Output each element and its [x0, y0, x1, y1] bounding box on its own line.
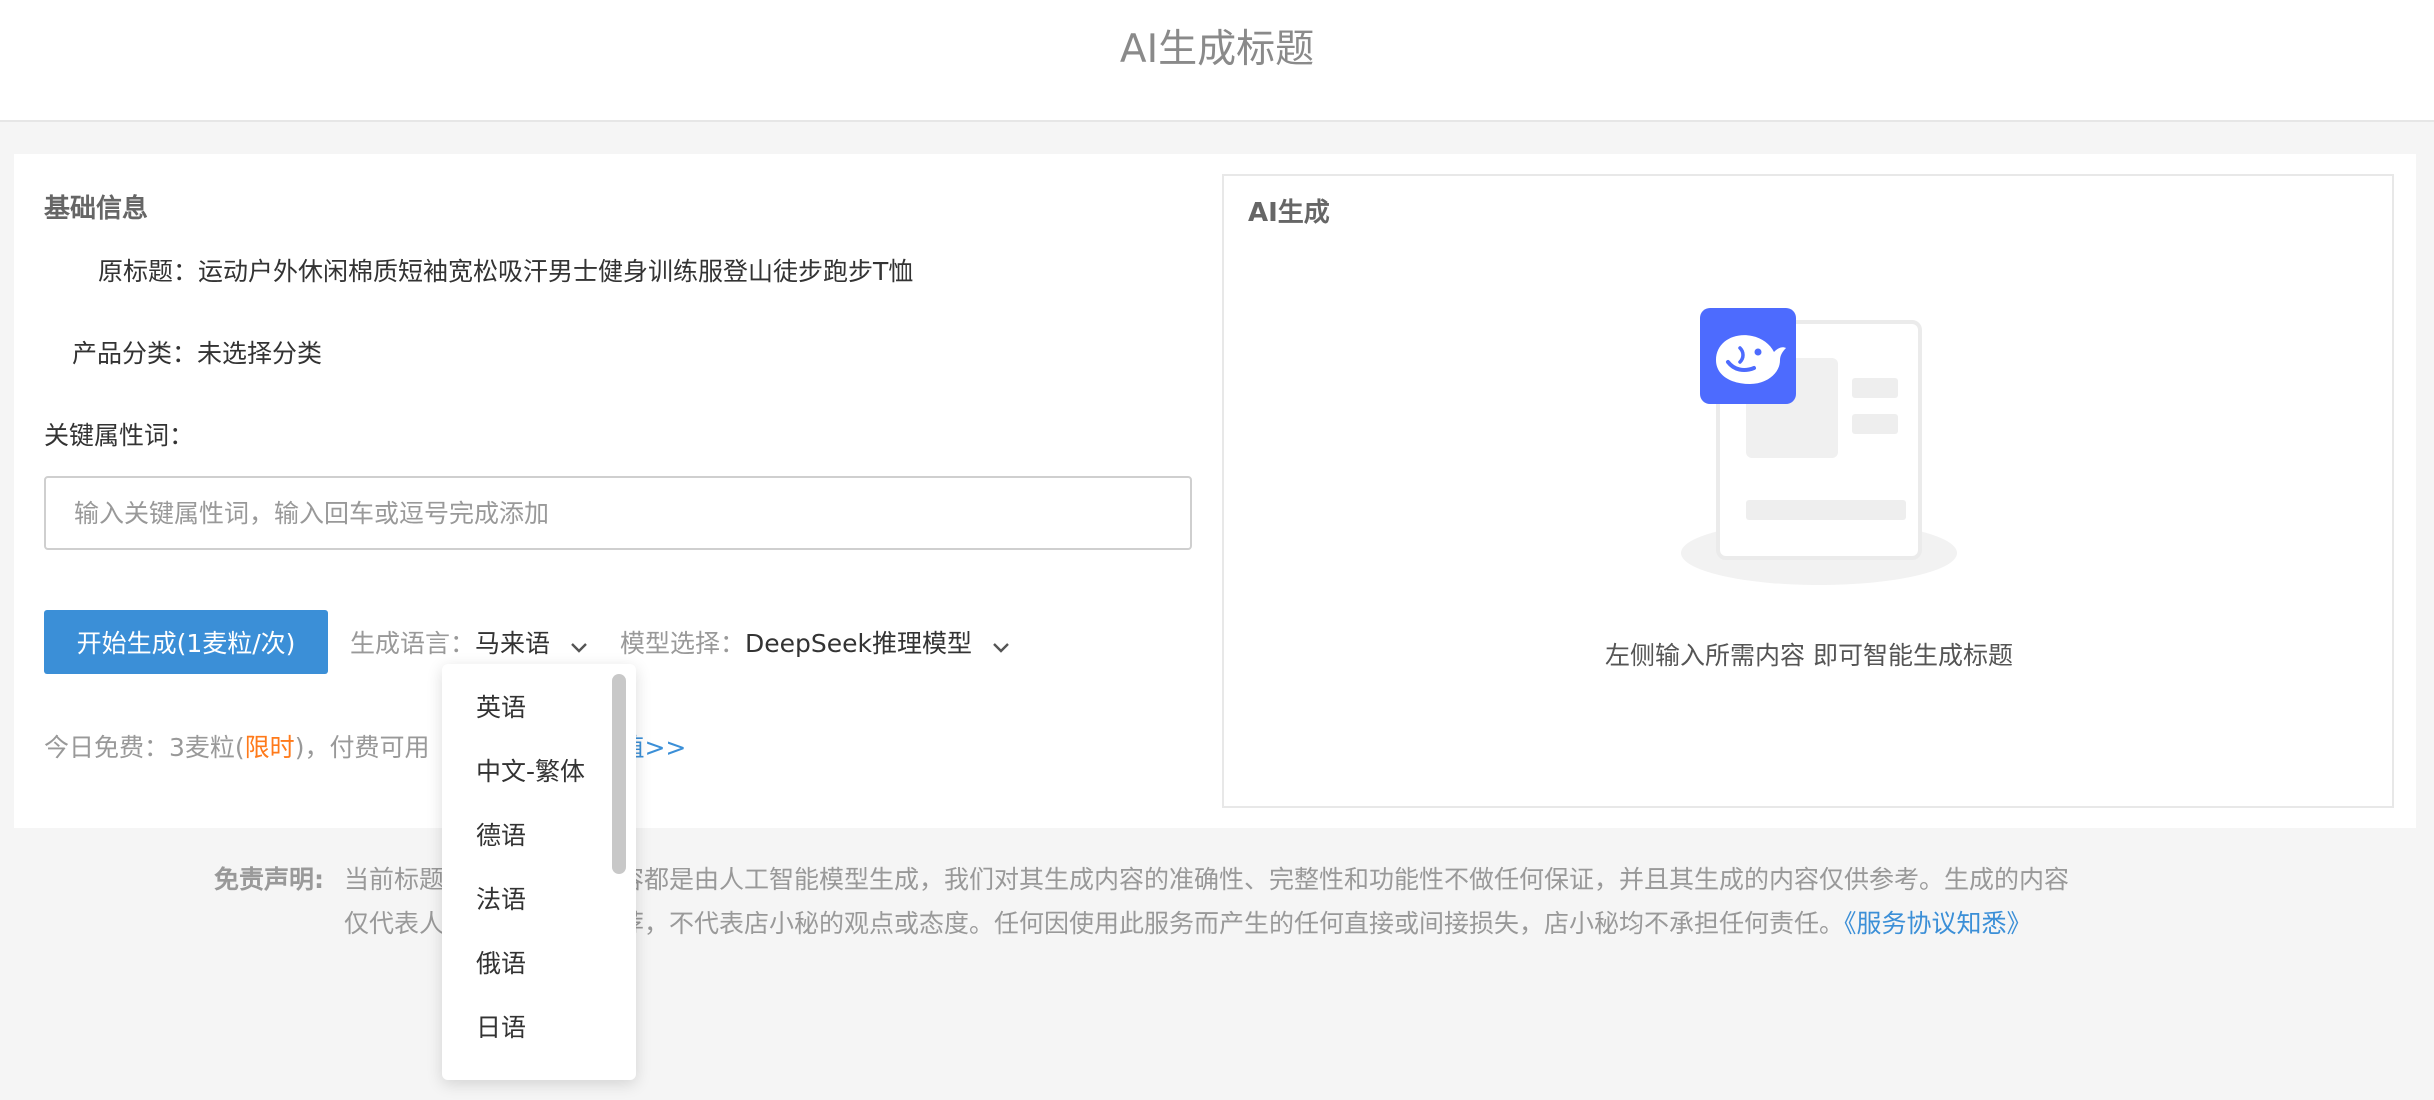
original-title-value: 运动户外休闲棉质短袖宽松吸汗男士健身训练服登山徒步跑步T恤 — [198, 257, 914, 286]
chevron-down-icon — [992, 631, 1010, 660]
dropdown-option-french[interactable]: 法语 — [476, 880, 526, 916]
deepseek-whale-icon — [1700, 308, 1796, 404]
chevron-down-icon — [570, 631, 588, 660]
free-quota-prefix: 今日免费：3麦粒( — [44, 733, 245, 762]
language-select[interactable]: 生成语言：马来语 — [350, 624, 588, 660]
language-label: 生成语言： — [350, 629, 476, 658]
dropdown-option-japanese[interactable]: 日语 — [476, 1008, 526, 1044]
model-value: DeepSeek推理模型 — [745, 629, 973, 658]
keyword-label: 关键属性词： — [44, 421, 195, 450]
dropdown-option-traditional-chinese[interactable]: 中文-繁体 — [476, 752, 585, 788]
limited-badge: 限时 — [244, 733, 295, 762]
disclaimer-label: 免责声明: — [214, 865, 324, 894]
dropdown-option-english[interactable]: 英语 — [476, 688, 526, 724]
ai-generate-panel: AI生成 左侧输入所需内容 即可智能生成标题 — [1222, 174, 2394, 808]
original-title-row: 原标题：运动户外休闲棉质短袖宽松吸汗男士健身训练服登山徒步跑步T恤 — [98, 252, 913, 288]
dropdown-option-russian[interactable]: 俄语 — [476, 944, 526, 980]
model-label: 模型选择： — [620, 629, 746, 658]
page-title: AI生成标题 — [1119, 27, 1315, 72]
dropdown-option-german[interactable]: 德语 — [476, 816, 526, 852]
free-quota-suffix: )，付费可用 — [294, 733, 430, 762]
main-card: 基础信息 原标题：运动户外休闲棉质短袖宽松吸汗男士健身训练服登山徒步跑步T恤 产… — [14, 154, 2416, 828]
service-agreement-link[interactable]: 《服务协议知悉》 — [1844, 909, 2032, 938]
keyword-input[interactable] — [44, 476, 1192, 550]
model-select[interactable]: 模型选择：DeepSeek推理模型 — [620, 624, 1010, 660]
category-row: 产品分类：未选择分类 — [72, 334, 322, 370]
start-generate-button[interactable]: 开始生成(1麦粒/次) — [44, 610, 328, 674]
category-value: 未选择分类 — [197, 339, 323, 368]
page-header: AI生成标题 — [0, 0, 2434, 122]
empty-state-text: 左侧输入所需内容 即可智能生成标题 — [1605, 641, 2013, 670]
ai-panel-title: AI生成 — [1248, 198, 1330, 228]
language-dropdown-menu: 英语 中文-繁体 德语 法语 俄语 日语 — [442, 664, 636, 1080]
original-title-label: 原标题： — [98, 257, 199, 286]
language-value: 马来语 — [475, 629, 551, 658]
basic-info-title: 基础信息 — [44, 194, 149, 224]
category-label: 产品分类： — [72, 339, 198, 368]
dropdown-scrollbar[interactable] — [612, 674, 626, 874]
